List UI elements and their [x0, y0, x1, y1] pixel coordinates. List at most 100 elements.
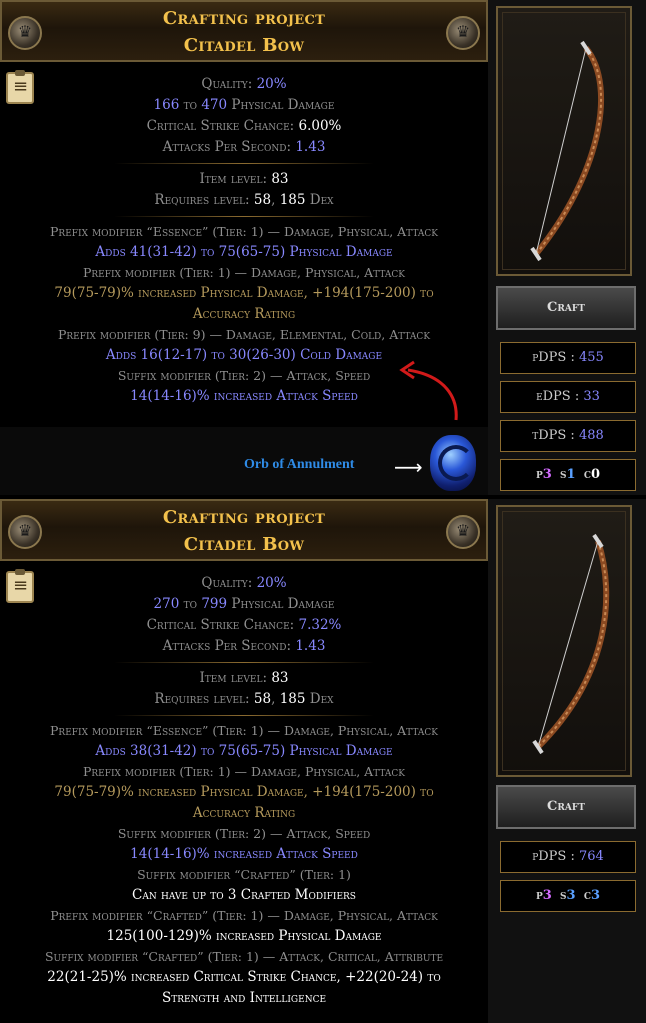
modifier-text: 22(21-25)% increased Critical Strike Cha… — [47, 969, 441, 985]
edps-label: eDPS : — [536, 389, 580, 404]
crafting-panel-2: Crafting project Citadel Bow Quality: 20… — [0, 499, 488, 1023]
craft-button[interactable]: Craft — [496, 785, 636, 829]
socket-c-label: c — [583, 467, 592, 482]
modifier-header: Prefix modifier “Essence” (Tier: 1) — Da… — [50, 224, 438, 239]
requires-level: 58 — [253, 192, 272, 208]
bow-icon — [530, 40, 605, 262]
socket-p-label: p — [535, 888, 543, 903]
tdps-value: 488 — [578, 428, 604, 443]
aps-value: 1.43 — [295, 139, 326, 155]
modifier-header: Prefix modifier (Tier: 1) — Damage, Phys… — [83, 764, 405, 779]
socket-p-value: 3 — [542, 467, 552, 482]
damage-to: to — [183, 596, 198, 612]
damage-min: 166 — [153, 97, 180, 113]
aps-label: Attacks Per Second: — [162, 139, 292, 155]
medal-icon — [446, 515, 480, 549]
separator — [114, 715, 374, 716]
item-art-frame — [496, 6, 632, 276]
arrow-right-icon: ⟶ — [394, 455, 423, 479]
requires-label: Requires level: — [154, 691, 250, 707]
pdps-stat: pDPS : 455 — [500, 342, 636, 374]
modifier-text: Adds 41(31-42) to 75(65-75) Physical Dam… — [95, 244, 393, 260]
tdps-label: tDPS : — [532, 428, 575, 443]
modifier-text: 79(75-79)% increased Physical Damage, +1… — [54, 285, 434, 301]
socket-p-value: 3 — [542, 888, 552, 903]
modifier-text: 125(100-129)% increased Physical Damage — [106, 928, 382, 944]
orb-label: Orb of Annulment — [244, 457, 355, 472]
sockets-stat: p3 s1 c0 — [500, 459, 636, 491]
annotation-arrow-icon — [399, 360, 458, 421]
orb-of-annulment-icon[interactable] — [430, 435, 476, 491]
damage-to: to — [183, 97, 198, 113]
panel-header: Crafting project Citadel Bow — [0, 499, 488, 561]
crit-value: 6.00% — [298, 118, 342, 134]
modifier-text: 14(14-16)% increased Attack Speed — [130, 846, 358, 862]
separator — [114, 216, 374, 217]
item-level-value: 83 — [271, 670, 289, 686]
modifier-header: Prefix modifier (Tier: 9) — Damage, Elem… — [57, 327, 431, 342]
pdps-value: 455 — [578, 350, 604, 365]
crit-value: 7.32% — [298, 617, 342, 633]
bow-icon — [532, 533, 610, 755]
modifier-header: Prefix modifier “Crafted” (Tier: 1) — Da… — [50, 908, 438, 923]
socket-s-value: 1 — [566, 467, 576, 482]
modifier-text: Accuracy Rating — [192, 805, 296, 821]
edps-value: 33 — [583, 389, 600, 404]
crit-label: Critical Strike Chance: — [146, 118, 295, 134]
dex-label: Dex — [309, 192, 334, 208]
tdps-stat: tDPS : 488 — [500, 420, 636, 452]
socket-c-value: 0 — [591, 467, 601, 482]
pdps-label: pDPS : — [532, 350, 575, 365]
medal-icon — [446, 16, 480, 50]
item-name: Citadel Bow — [183, 534, 305, 555]
item-name: Citadel Bow — [183, 35, 305, 56]
socket-c-label: c — [583, 888, 592, 903]
item-properties: Quality: 20% 270 to 799 Physical Damage … — [0, 573, 488, 1009]
sockets-stat: p3 s3 c3 — [500, 880, 636, 912]
right-column-2: Craft pDPS : 764 p3 s3 c3 — [488, 499, 646, 1023]
pdps-value: 764 — [578, 849, 604, 864]
modifier-text: 79(75-79)% increased Physical Damage, +1… — [54, 784, 434, 800]
modifier-text: Accuracy Rating — [192, 306, 296, 322]
aps-label: Attacks Per Second: — [162, 638, 292, 654]
modifier-text: Adds 38(31-42) to 75(65-75) Physical Dam… — [95, 743, 393, 759]
separator — [114, 662, 374, 663]
requires-dex: 185 — [279, 192, 306, 208]
header-title: Crafting project — [162, 8, 326, 29]
socket-p-label: p — [535, 467, 543, 482]
dex-label: Dex — [309, 691, 334, 707]
modifier-header: Prefix modifier (Tier: 1) — Damage, Phys… — [83, 265, 405, 280]
quality-value: 20% — [256, 76, 287, 92]
right-column-1: Craft pDPS : 455 eDPS : 33 tDPS : 488 p3… — [488, 0, 646, 495]
modifier-header: Suffix modifier “Crafted” (Tier: 1) — At… — [44, 949, 444, 964]
pdps-label: pDPS : — [532, 849, 575, 864]
socket-c-value: 3 — [591, 888, 601, 903]
item-level-label: Item level: — [199, 670, 268, 686]
requires-level: 58 — [253, 691, 272, 707]
modifier-header: Prefix modifier “Essence” (Tier: 1) — Da… — [50, 723, 438, 738]
panel-header: Crafting project Citadel Bow — [0, 0, 488, 62]
damage-max: 470 — [201, 97, 228, 113]
damage-min: 270 — [153, 596, 180, 612]
craft-button[interactable]: Craft — [496, 286, 636, 330]
modifier-header: Suffix modifier “Crafted” (Tier: 1) — [137, 867, 351, 882]
orb-annotation-bar: Orb of Annulment ⟶ — [0, 427, 488, 495]
modifier-text: Strength and Intelligence — [161, 990, 327, 1006]
requires-dex: 185 — [279, 691, 306, 707]
crit-label: Critical Strike Chance: — [146, 617, 295, 633]
requires-label: Requires level: — [154, 192, 250, 208]
item-level-value: 83 — [271, 171, 289, 187]
separator — [114, 163, 374, 164]
header-title: Crafting project — [162, 507, 326, 528]
modifier-text: Can have up to 3 Crafted Modifiers — [132, 887, 356, 903]
damage-max: 799 — [201, 596, 228, 612]
aps-value: 1.43 — [295, 638, 326, 654]
pdps-stat: pDPS : 764 — [500, 841, 636, 873]
item-level-label: Item level: — [199, 171, 268, 187]
quality-label: Quality: — [201, 76, 253, 92]
damage-label: Physical Damage — [231, 596, 335, 612]
socket-s-value: 3 — [566, 888, 576, 903]
quality-value: 20% — [256, 575, 287, 591]
damage-label: Physical Damage — [231, 97, 335, 113]
quality-label: Quality: — [201, 575, 253, 591]
